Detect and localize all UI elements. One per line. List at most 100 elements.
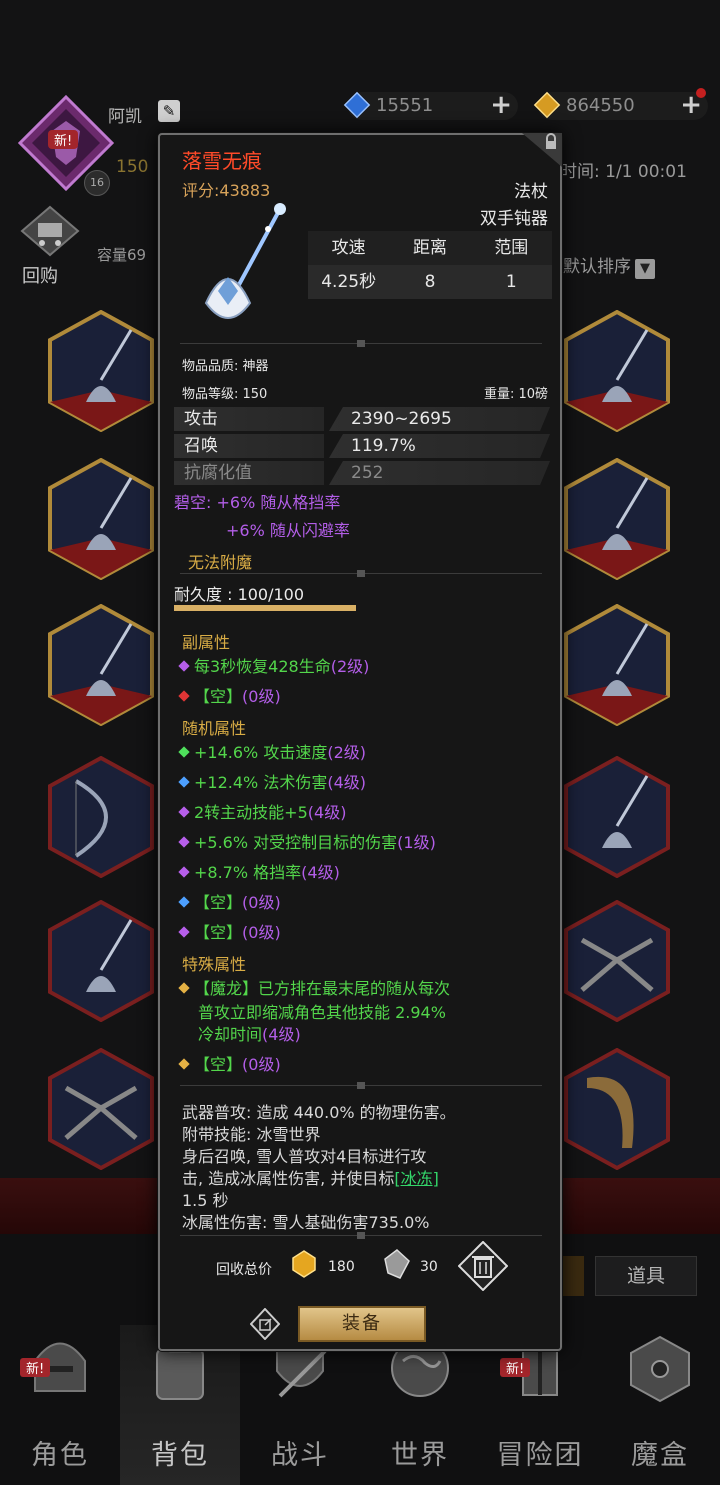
nav-label: 冒险团: [496, 1440, 584, 1471]
weapon-desc-line-2: 附带技能: 冰雪世界: [182, 1125, 321, 1144]
trash-icon[interactable]: [458, 1241, 508, 1291]
attr-level: (0级): [242, 923, 281, 942]
attr-bullet-icon: [178, 926, 190, 938]
gold-currency: 864550 +: [533, 88, 708, 120]
item-quality: 物品品质: 神器: [182, 359, 269, 374]
spec-header-attack-speed: 攻速: [331, 238, 366, 258]
divider: [180, 570, 542, 577]
items-tab-button[interactable]: 道具: [595, 1256, 697, 1296]
gem-currency: 15551 +: [343, 91, 518, 120]
gold-gem-icon: [533, 91, 561, 119]
staff-item-icon: [48, 309, 154, 433]
weapon-desc-line-1: 武器普攻: 造成 440.0% 的物理伤害。: [182, 1103, 456, 1122]
staff-item-icon: [48, 457, 154, 581]
attr-bullet-icon: [178, 1058, 190, 1070]
attr-text: 【空】: [194, 893, 243, 912]
attr-level: (1级): [397, 833, 436, 852]
blades-item-icon: [564, 899, 670, 1023]
nav-label: 世界: [391, 1440, 449, 1471]
random-attr-6: 【空】(0级): [176, 889, 281, 913]
staff-item-icon: [564, 603, 670, 727]
time-display: 时间: 1/1 00:01: [560, 162, 687, 182]
attr-level: (4级): [327, 773, 366, 792]
cube-icon: [630, 1335, 690, 1403]
attr-bullet-icon: [178, 982, 190, 994]
inventory-slot[interactable]: [46, 603, 156, 727]
cart-icon[interactable]: [20, 205, 80, 257]
weapon-desc-line-6: 冰属性伤害: 雪人基础伤害735.0%: [182, 1213, 430, 1232]
inventory-slot[interactable]: [562, 899, 672, 1023]
sub-attr-2: 【空】(0级): [176, 683, 281, 707]
equip-button[interactable]: 装备: [298, 1306, 426, 1342]
nav-item-character[interactable]: 新! 角色: [0, 1325, 120, 1485]
item-weight: 重量: 10磅: [483, 387, 548, 402]
lock-icon[interactable]: [522, 133, 562, 167]
random-attr-5: +8.7% 格挡率(4级): [176, 859, 340, 883]
weapon-desc-line-4: 击, 造成冰属性伤害, 并使目标[冰冻]: [182, 1165, 439, 1189]
gold-gem-icon: [292, 1250, 316, 1278]
recycle-gold-value: 180: [328, 1259, 355, 1275]
inventory-slot[interactable]: [46, 899, 156, 1023]
divider: [180, 1082, 542, 1089]
stat-key: 攻击: [174, 407, 324, 431]
capacity-label: 容量69: [97, 246, 147, 264]
inventory-slot[interactable]: [562, 457, 672, 581]
weapon-spec-table: 攻速 距离 范围 4.25秒 8 1: [308, 231, 552, 299]
attr-level: (0级): [242, 1055, 281, 1074]
new-badge: 新!: [20, 1358, 51, 1377]
blades-item-icon: [48, 1047, 154, 1171]
blue-gem-icon: [343, 91, 371, 119]
attr-level: (2级): [327, 743, 366, 762]
add-gem-button[interactable]: +: [490, 91, 512, 119]
gem-amount: 15551: [376, 95, 434, 116]
staff-weapon-icon: [204, 203, 286, 319]
inventory-slot[interactable]: [562, 309, 672, 433]
item-level: 物品等级: 150: [182, 387, 268, 402]
bow-item-icon: [48, 755, 154, 879]
attr-bullet-icon: [178, 896, 190, 908]
attr-bullet-icon: [178, 806, 190, 818]
stat-row-corruption-resist: 抗腐化值 252: [174, 461, 550, 485]
attr-level: (0级): [242, 893, 281, 912]
chevron-down-icon: ▼: [635, 259, 655, 279]
edit-name-icon[interactable]: ✎: [158, 100, 180, 122]
freeze-link[interactable]: [冰冻]: [394, 1169, 439, 1188]
random-attr-title: 随机属性: [182, 719, 247, 738]
set-bonus-line-2: +6% 随从闪避率: [226, 521, 350, 540]
buyback-button[interactable]: 回购: [22, 262, 58, 288]
attr-bullet-icon: [178, 776, 190, 788]
attr-text: 【空】: [194, 923, 243, 942]
attr-bullet-icon: [178, 746, 190, 758]
no-enchant-label: 无法附魔: [188, 553, 253, 572]
player-level: 150: [116, 157, 149, 177]
inventory-slot[interactable]: [562, 1047, 672, 1171]
staff-item-icon: [48, 899, 154, 1023]
staff-item-icon: [564, 309, 670, 433]
attr-text: +12.4% 法术伤害: [194, 773, 328, 792]
inventory-slot[interactable]: [46, 457, 156, 581]
random-attr-1: +14.6% 攻击速度(2级): [176, 739, 366, 763]
staff-item-icon: [48, 603, 154, 727]
gold-amount: 864550: [566, 95, 635, 116]
weapon-desc-line-5: 1.5 秒: [182, 1191, 229, 1210]
desc-text: 击, 造成冰属性伤害, 并使目标: [182, 1169, 395, 1188]
inventory-slot[interactable]: [562, 755, 672, 879]
item-name: 落雪无痕: [182, 149, 262, 173]
special-attr-empty: 【空】(0级): [176, 1051, 281, 1075]
inventory-slot[interactable]: [46, 309, 156, 433]
stat-key: 抗腐化值: [174, 461, 324, 485]
weapon-desc-line-3: 身后召唤, 雪人普攻对4目标进行攻: [182, 1147, 427, 1166]
attr-bullet-icon: [178, 690, 190, 702]
stat-row-summon: 召唤 119.7%: [174, 434, 550, 458]
share-icon[interactable]: [250, 1308, 280, 1340]
nav-item-magic-box[interactable]: 魔盒: [600, 1325, 720, 1485]
inventory-slot[interactable]: [562, 603, 672, 727]
nav-label: 战斗: [271, 1440, 329, 1471]
spec-value-range: 8: [424, 272, 436, 292]
stat-value: 2390~2695: [329, 407, 550, 431]
inventory-slot[interactable]: [46, 755, 156, 879]
inventory-slot[interactable]: [46, 1047, 156, 1171]
stat-key: 召唤: [174, 434, 324, 458]
sort-dropdown[interactable]: 默认排序 ▼: [563, 252, 655, 279]
divider: [180, 1232, 542, 1239]
